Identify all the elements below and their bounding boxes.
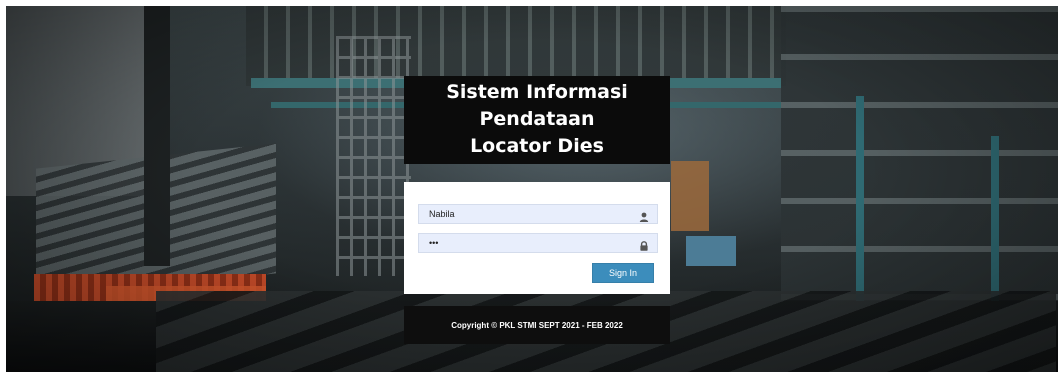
username-field[interactable] (418, 204, 658, 224)
copyright-text: Copyright © PKL STMI SEPT 2021 - FEB 202… (451, 320, 623, 330)
lock-icon (639, 238, 649, 251)
footer: Copyright © PKL STMI SEPT 2021 - FEB 202… (404, 306, 670, 344)
user-icon (639, 209, 649, 222)
username-input[interactable] (419, 205, 629, 223)
login-form: Sign In (404, 182, 670, 294)
password-input[interactable] (419, 234, 629, 252)
app-title: Sistem Informasi Pendataan Locator Dies (404, 76, 670, 164)
app-title-line-3: Locator Dies (470, 135, 604, 157)
password-field[interactable] (418, 233, 658, 253)
sign-in-button[interactable]: Sign In (592, 263, 654, 283)
app-title-line-2: Pendataan (479, 108, 595, 130)
app-title-line-1: Sistem Informasi (446, 81, 628, 103)
